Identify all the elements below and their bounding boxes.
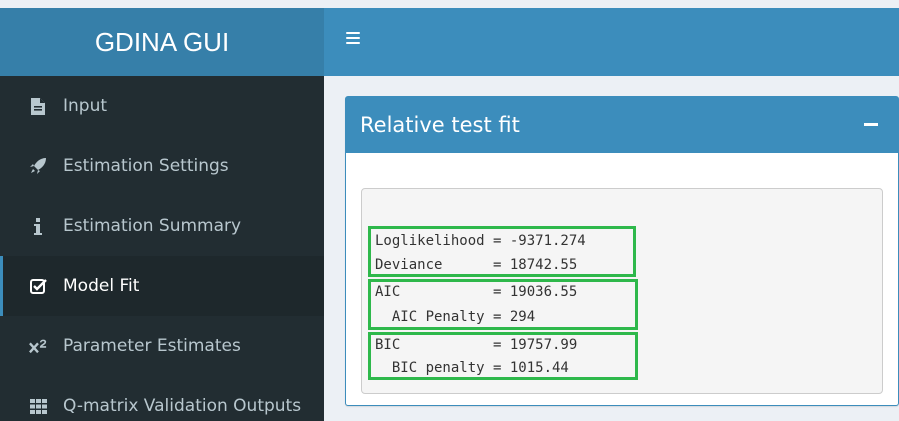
sidebar-item-estimation-summary[interactable]: Estimation Summary bbox=[0, 196, 324, 256]
highlight-box-bic bbox=[368, 332, 638, 380]
info-icon bbox=[29, 217, 47, 235]
highlight-box-aic bbox=[368, 279, 638, 330]
fit-output-block: Loglikelihood = -9371.274 Deviance = 187… bbox=[361, 188, 883, 394]
box-header: Relative test fit bbox=[346, 97, 898, 153]
sidebar-item-label: Estimation Settings bbox=[63, 156, 229, 176]
x-squared-icon bbox=[29, 337, 47, 355]
hamburger-icon[interactable] bbox=[346, 32, 360, 44]
sidebar-item-label: Parameter Estimates bbox=[63, 336, 241, 356]
rocket-icon bbox=[29, 157, 47, 175]
app-logo[interactable]: GDINA GUI bbox=[0, 8, 324, 76]
sidebar-item-label: Estimation Summary bbox=[63, 216, 242, 236]
sidebar: Input Estimation Settings Estimation Sum… bbox=[0, 76, 324, 421]
file-icon bbox=[29, 97, 47, 115]
highlight-box-likelihood bbox=[368, 226, 636, 277]
check-square-icon bbox=[29, 277, 47, 295]
main-content: Relative test fit Loglikelihood = -9371.… bbox=[324, 76, 899, 421]
sidebar-item-input[interactable]: Input bbox=[0, 76, 324, 136]
app-title: GDINA GUI bbox=[94, 26, 230, 57]
top-navbar bbox=[324, 8, 899, 76]
sidebar-item-label: Q-matrix Validation Outputs bbox=[63, 396, 302, 416]
sidebar-item-model-fit[interactable]: Model Fit bbox=[0, 256, 324, 316]
sidebar-item-estimation-settings[interactable]: Estimation Settings bbox=[0, 136, 324, 196]
collapse-minus-icon[interactable] bbox=[864, 123, 878, 126]
box-title: Relative test fit bbox=[360, 113, 520, 137]
sidebar-item-label: Model Fit bbox=[63, 276, 140, 296]
table-icon bbox=[29, 397, 47, 415]
relative-test-fit-box: Relative test fit Loglikelihood = -9371.… bbox=[345, 96, 899, 406]
sidebar-item-parameter-estimates[interactable]: Parameter Estimates bbox=[0, 316, 324, 376]
sidebar-item-label: Input bbox=[63, 96, 108, 116]
sidebar-item-q-matrix-validation[interactable]: Q-matrix Validation Outputs bbox=[0, 376, 324, 421]
